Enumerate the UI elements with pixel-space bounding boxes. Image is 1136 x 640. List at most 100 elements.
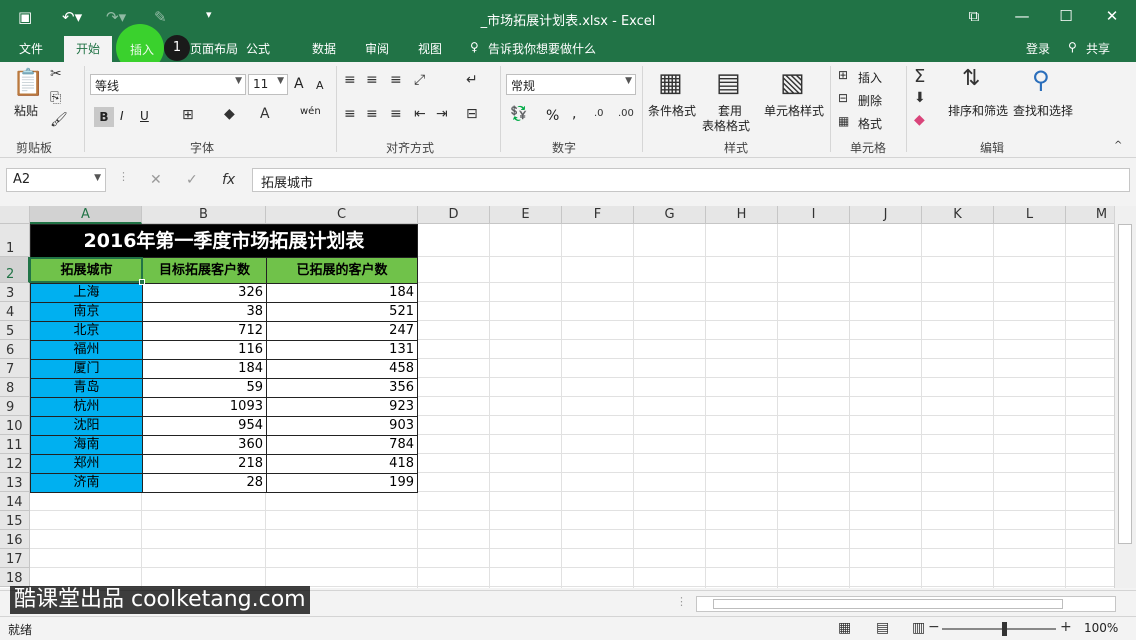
format-as-table-icon[interactable]: ▤ [716,68,741,98]
page-layout-view-icon[interactable]: ▤ [876,620,889,636]
align-bottom-icon[interactable]: ≡ [390,72,402,88]
decrease-decimal-icon[interactable]: .00 [618,108,634,119]
conditional-format-button[interactable]: 条件格式 [648,102,696,119]
column-header-j[interactable]: J [850,206,922,224]
target-count-cell[interactable]: 1093 [142,397,267,417]
row-header-6[interactable]: 6 [0,340,30,359]
align-left-icon[interactable]: ≡ [344,106,356,122]
column-header-d[interactable]: D [418,206,490,224]
increase-decimal-icon[interactable]: .0 [594,108,604,119]
number-format-select[interactable]: 常规 ▼ [506,74,636,95]
phonetic-button[interactable]: wén [300,106,321,117]
fill-color-icon[interactable]: ◆ [224,106,235,122]
row-header-13[interactable]: 13 [0,473,30,492]
target-count-cell[interactable]: 28 [142,473,267,493]
fill-icon[interactable]: ⬇ [914,90,926,106]
format-painter-icon[interactable]: 🖌 [50,112,68,128]
tab-view[interactable]: 视图 [418,40,442,57]
horizontal-scroll-thumb[interactable] [713,599,1063,609]
formula-input[interactable]: 拓展城市 [252,168,1130,192]
achieved-count-cell[interactable]: 247 [266,321,418,341]
row-header-8[interactable]: 8 [0,378,30,397]
format-cells-icon[interactable]: ▦ [838,114,849,128]
achieved-count-cell[interactable]: 784 [266,435,418,455]
achieved-count-cell[interactable]: 923 [266,397,418,417]
target-count-cell[interactable]: 116 [142,340,267,360]
confirm-entry-icon[interactable]: ✓ [186,172,198,188]
tab-formulas[interactable]: 公式 [246,40,270,57]
insert-cells-icon[interactable]: ⊞ [838,68,848,82]
vertical-scrollbar[interactable] [1114,206,1136,588]
row-header-12[interactable]: 12 [0,454,30,473]
autosum-icon[interactable]: Σ [914,66,925,87]
maximize-icon[interactable]: ☐ [1054,7,1078,25]
row-header-3[interactable]: 3 [0,283,30,302]
cell-styles-icon[interactable]: ▧ [780,68,805,98]
column-header-h[interactable]: H [706,206,778,224]
row-header-7[interactable]: 7 [0,359,30,378]
achieved-count-cell[interactable]: 903 [266,416,418,436]
font-size-select[interactable]: 11 ▼ [248,74,288,95]
city-cell[interactable]: 杭州 [30,397,143,417]
row-header-2[interactable]: 2 [0,257,30,283]
city-cell[interactable]: 济南 [30,473,143,493]
percent-button[interactable]: % [546,108,559,124]
clear-icon[interactable]: ◆ [914,112,925,128]
achieved-count-cell[interactable]: 131 [266,340,418,360]
column-header-l[interactable]: L [994,206,1066,224]
delete-cells-icon[interactable]: ⊟ [838,91,848,105]
tab-file[interactable]: 文件 [19,40,43,57]
comma-button[interactable]: , [572,106,576,122]
italic-button[interactable]: I [120,109,124,123]
row-header-15[interactable]: 15 [0,511,30,530]
achieved-count-cell[interactable]: 184 [266,283,418,303]
row-header-17[interactable]: 17 [0,549,30,568]
column-header-c[interactable]: C [266,206,418,224]
column-header-k[interactable]: K [922,206,994,224]
cell-styles-button[interactable]: 单元格样式 [764,102,824,119]
column-header-g[interactable]: G [634,206,706,224]
insert-function-icon[interactable]: fx [222,172,235,188]
collapse-ribbon-icon[interactable]: ^ [1114,140,1122,151]
tab-home[interactable]: 开始 [64,36,113,62]
minimize-icon[interactable]: — [1010,7,1034,25]
column-header-b[interactable]: B [142,206,266,224]
fill-handle[interactable] [139,279,145,285]
decrease-indent-icon[interactable]: ⇤ [414,106,426,122]
row-header-18[interactable]: 18 [0,568,30,587]
city-cell[interactable]: 上海 [30,283,143,303]
city-cell[interactable]: 厦门 [30,359,143,379]
city-cell[interactable]: 海南 [30,435,143,455]
city-cell[interactable]: 福州 [30,340,143,360]
cancel-entry-icon[interactable]: ✕ [150,172,162,188]
format-as-table-button-line2[interactable]: 表格格式 [702,117,750,134]
conditional-format-icon[interactable]: ▦ [658,68,683,98]
zoom-slider[interactable] [942,628,1056,630]
close-icon[interactable]: ✕ [1100,7,1124,25]
wrap-text-icon[interactable]: ↵ [466,72,478,88]
name-box[interactable]: A2 ▼ [6,168,106,192]
page-break-view-icon[interactable]: ▥ [912,620,925,636]
row-header-9[interactable]: 9 [0,397,30,416]
border-icon[interactable]: ⊞ [182,107,194,123]
tab-data[interactable]: 数据 [312,40,336,57]
sort-filter-icon[interactable]: ⇅ [962,66,980,91]
zoom-slider-thumb[interactable] [1002,622,1007,636]
achieved-count-cell[interactable]: 458 [266,359,418,379]
zoom-out-icon[interactable]: − [928,619,940,635]
tab-review[interactable]: 审阅 [365,40,389,57]
vertical-scroll-thumb[interactable] [1118,224,1132,544]
paste-icon[interactable]: 📋 [12,68,44,98]
delete-cells-button[interactable]: 删除 [858,92,882,109]
column-header-a[interactable]: A [30,206,142,224]
header-cell[interactable]: 已拓展的客户数 [266,257,418,284]
row-header-14[interactable]: 14 [0,492,30,511]
worksheet-grid[interactable]: ABCDEFGHIJKLM 1 2 3 4 5 6 7 8 9 10 11 12 13 14 15 16 17 1… [0,206,1114,588]
find-select-button[interactable]: 查找和选择 [1013,102,1073,119]
horizontal-scrollbar[interactable] [696,596,1116,612]
orientation-icon[interactable]: ⤢ [414,72,425,88]
login-link[interactable]: 登录 [1026,40,1050,57]
row-header-16[interactable]: 16 [0,530,30,549]
city-cell[interactable]: 郑州 [30,454,143,474]
tab-page-layout[interactable]: 页面布局 [190,40,238,57]
